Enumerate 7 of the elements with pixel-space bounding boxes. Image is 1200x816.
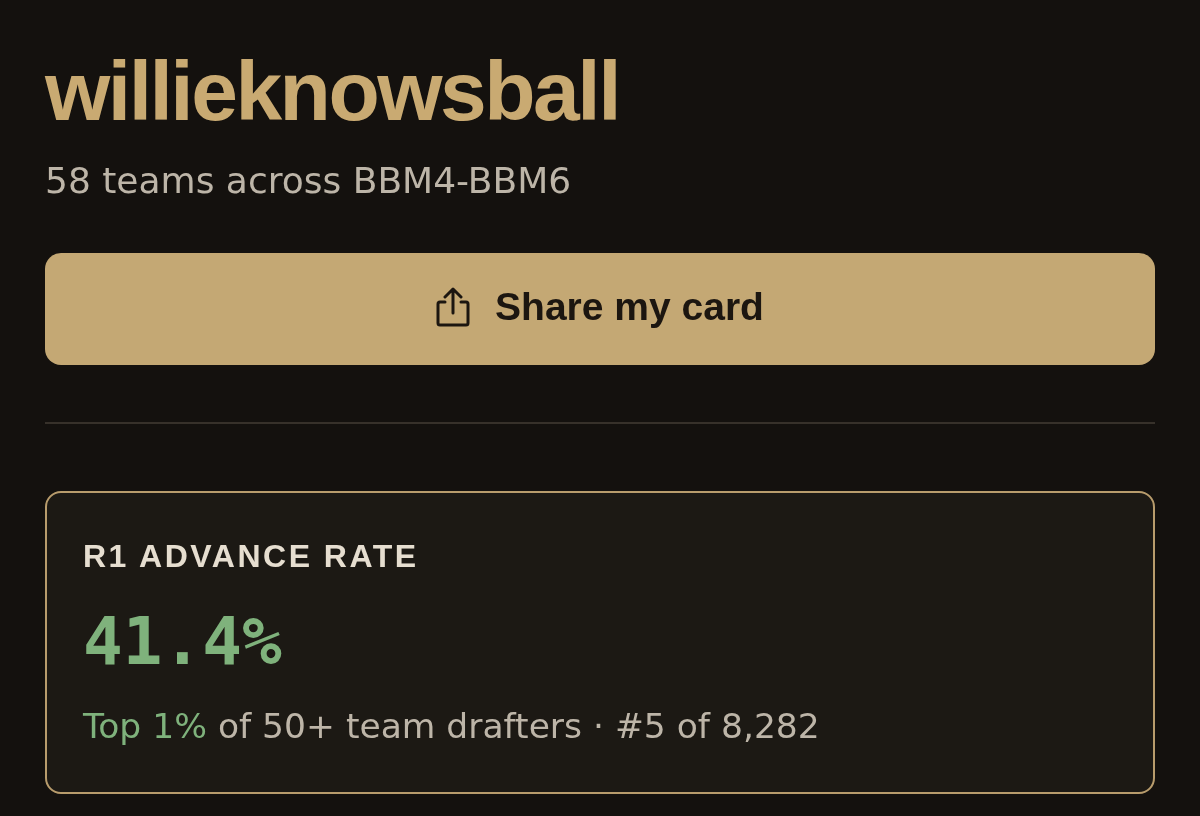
- username-heading: willieknowsball: [45, 49, 619, 133]
- share-icon: [436, 287, 471, 328]
- share-button[interactable]: Share my card: [45, 253, 1155, 366]
- stat-value: 41.4%: [83, 605, 282, 679]
- stat-label: R1 ADVANCE RATE: [83, 537, 419, 576]
- team-summary: 58 teams across BBM4-BBM6: [45, 159, 572, 203]
- ranking-summary: Top 1% of 50+ team drafters · #5 of 8,282: [83, 706, 820, 748]
